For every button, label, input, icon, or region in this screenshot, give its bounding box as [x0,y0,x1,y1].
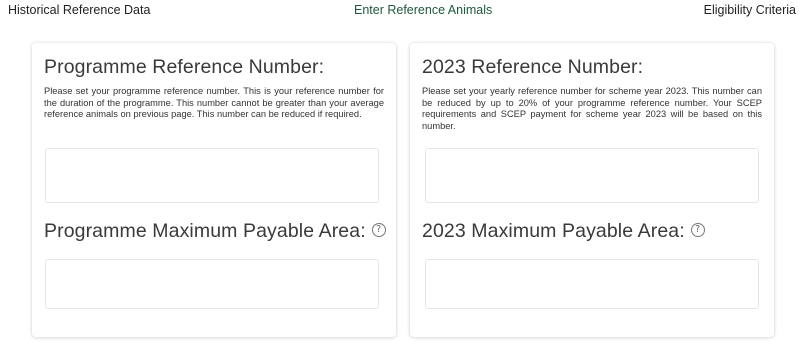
year-2023-reference-input[interactable] [425,148,759,203]
programme-reference-description: Please set your programme reference numb… [44,86,384,119]
help-circle-icon[interactable]: ? [371,223,386,237]
programme-max-payable-area-input[interactable] [45,259,379,309]
programme-max-payable-area-heading: Programme Maximum Payable Area:? [44,220,386,243]
year-2023-card: 2023 Reference Number: Please set your y… [410,43,774,337]
year-2023-max-payable-area-input[interactable] [425,259,759,309]
programme-reference-heading: Programme Reference Number: [44,56,325,78]
step-enter-reference-animals[interactable]: Enter Reference Animals [354,3,492,17]
step-eligibility-criteria[interactable]: Eligibility Criteria [704,3,796,17]
programme-card: Programme Reference Number: Please set y… [32,43,396,337]
step-navigation: Historical Reference Data Enter Referenc… [0,0,800,24]
year-2023-reference-heading: 2023 Reference Number: [422,56,644,78]
year-2023-max-payable-area-heading: 2023 Maximum Payable Area:? [422,220,705,243]
step-historical-reference-data[interactable]: Historical Reference Data [8,3,150,17]
year-2023-max-payable-area-label: 2023 Maximum Payable Area: [422,220,685,242]
year-2023-reference-description: Please set your yearly reference number … [422,86,762,131]
help-circle-icon[interactable]: ? [690,223,705,237]
programme-reference-input[interactable] [45,148,379,203]
programme-max-payable-area-label: Programme Maximum Payable Area: [44,220,366,242]
